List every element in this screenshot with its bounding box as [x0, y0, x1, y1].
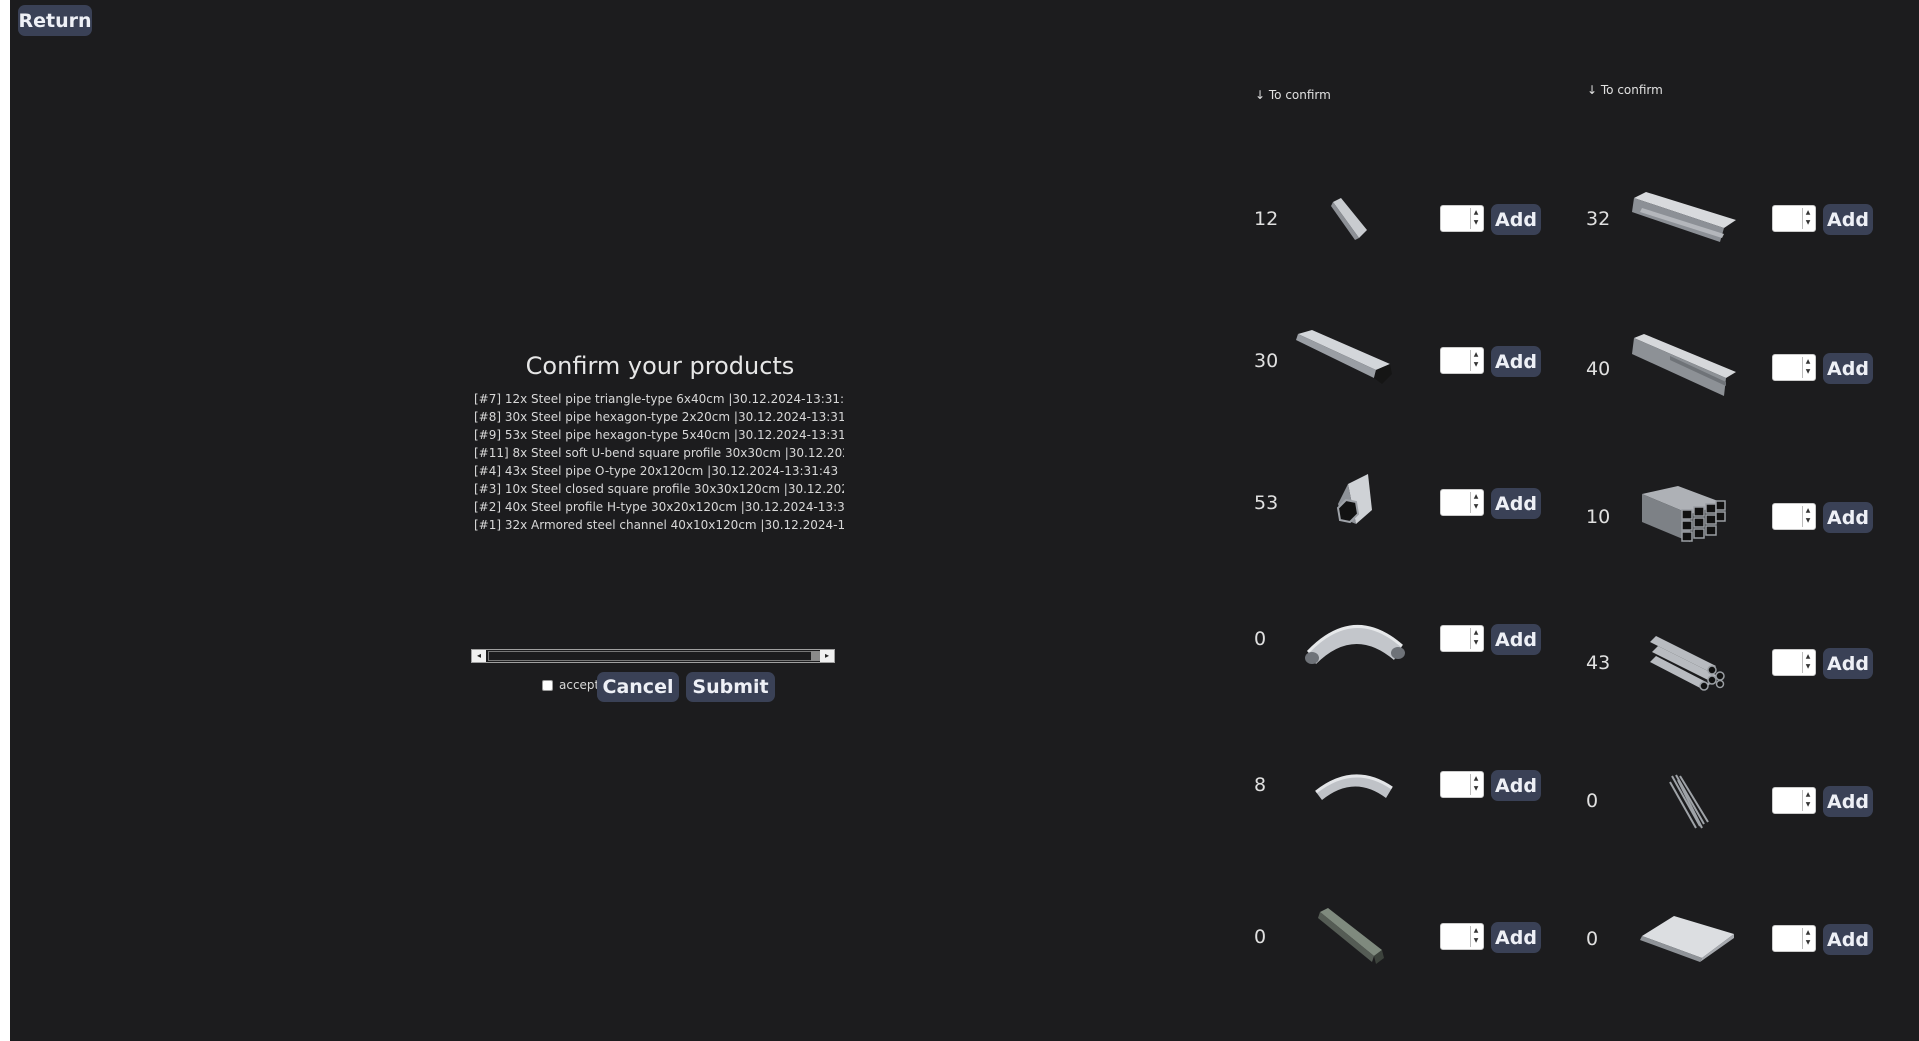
h-profile-icon: [1632, 334, 1736, 396]
quantity-input[interactable]: ▲ ▼: [1440, 923, 1484, 950]
product-quantity: 30: [1254, 350, 1279, 372]
confirm-item: [#7] 12x Steel pipe triangle-type 6x40cm…: [474, 392, 844, 406]
product-quantity: 0: [1586, 928, 1599, 950]
product-quantity: 53: [1254, 492, 1279, 514]
submit-button[interactable]: Submit: [686, 672, 775, 702]
scrollbar-track[interactable]: [488, 651, 818, 661]
product-quantity: 10: [1586, 506, 1611, 528]
confirm-item: [#2] 40x Steel profile H-type 30x20x120c…: [474, 500, 844, 514]
quantity-input[interactable]: ▲ ▼: [1772, 354, 1816, 381]
product-quantity: 0: [1254, 628, 1267, 650]
accept-label: accept: [559, 678, 600, 692]
product-quantity: 40: [1586, 358, 1611, 380]
triangle-pipe-icon: [1331, 198, 1367, 240]
confirm-item: [#8] 30x Steel pipe hexagon-type 2x20cm …: [474, 410, 844, 424]
rebar-bundle-icon: [1669, 774, 1709, 829]
add-button[interactable]: Add: [1491, 922, 1541, 953]
add-button[interactable]: Add: [1491, 346, 1541, 377]
quantity-input[interactable]: ▲ ▼: [1440, 347, 1484, 374]
round-bend-pipe-icon: [1305, 624, 1405, 664]
accept-checkbox[interactable]: [542, 679, 553, 691]
hexagon-pipe-short-icon: [1336, 474, 1372, 524]
add-button[interactable]: Add: [1823, 353, 1873, 384]
product-quantity: 43: [1586, 652, 1611, 674]
add-button[interactable]: Add: [1491, 624, 1541, 655]
product-quantity: 8: [1254, 774, 1267, 796]
round-pipe-bundle-icon: [1650, 636, 1725, 691]
confirm-title: Confirm your products: [525, 352, 795, 380]
quantity-input[interactable]: ▲ ▼: [1440, 771, 1484, 798]
add-button[interactable]: Add: [1823, 204, 1873, 235]
square-bend-profile-icon: [1315, 774, 1393, 800]
quantity-input[interactable]: ▲ ▼: [1772, 503, 1816, 530]
hexagon-pipe-long-icon: [1296, 330, 1392, 384]
cancel-button[interactable]: Cancel: [597, 672, 679, 702]
add-button[interactable]: Add: [1823, 924, 1873, 955]
add-button[interactable]: Add: [1491, 770, 1541, 801]
scroll-left-icon[interactable]: ◂: [472, 650, 486, 662]
add-button[interactable]: Add: [1823, 786, 1873, 817]
confirm-item: [#4] 43x Steel pipe O-type 20x120cm |30.…: [474, 464, 839, 478]
column-header: ↓ To confirm: [1587, 83, 1663, 97]
add-button[interactable]: Add: [1823, 502, 1873, 533]
product-quantity: 0: [1254, 926, 1267, 948]
product-quantity: 12: [1254, 208, 1279, 230]
quantity-input[interactable]: ▲ ▼: [1772, 649, 1816, 676]
product-quantity: 32: [1586, 208, 1611, 230]
quantity-input[interactable]: ▲ ▼: [1440, 625, 1484, 652]
confirm-item: [#1] 32x Armored steel channel 40x10x120…: [474, 518, 844, 532]
quantity-input[interactable]: ▲ ▼: [1772, 205, 1816, 232]
square-bar-icon: [1318, 908, 1384, 964]
column-header: ↓ To confirm: [1255, 88, 1331, 102]
scroll-right-icon[interactable]: ▸: [820, 650, 834, 662]
add-button[interactable]: Add: [1491, 204, 1541, 235]
app-background: Return Confirm your products [#7] 12x St…: [10, 0, 1919, 1041]
add-button[interactable]: Add: [1823, 648, 1873, 679]
confirm-item: [#9] 53x Steel pipe hexagon-type 5x40cm …: [474, 428, 844, 442]
product-quantity: 0: [1586, 790, 1599, 812]
steel-sheet-icon: [1640, 916, 1734, 962]
confirm-item: [#3] 10x Steel closed square profile 30x…: [474, 482, 844, 496]
square-pipe-bundle-icon: [1642, 486, 1726, 542]
confirm-item: [#11] 8x Steel soft U-bend square profil…: [474, 446, 844, 460]
steel-channel-icon: [1632, 192, 1736, 242]
add-button[interactable]: Add: [1491, 488, 1541, 519]
quantity-input[interactable]: ▲ ▼: [1440, 205, 1484, 232]
quantity-input[interactable]: ▲ ▼: [1440, 489, 1484, 516]
quantity-input[interactable]: ▲ ▼: [1772, 787, 1816, 814]
confirm-list: [#7] 12x Steel pipe triangle-type 6x40cm…: [474, 390, 844, 534]
quantity-input[interactable]: ▲ ▼: [1772, 925, 1816, 952]
horizontal-scrollbar[interactable]: ◂ ▸: [471, 649, 835, 663]
accept-control: accept: [542, 678, 599, 692]
return-button[interactable]: Return: [18, 5, 92, 36]
